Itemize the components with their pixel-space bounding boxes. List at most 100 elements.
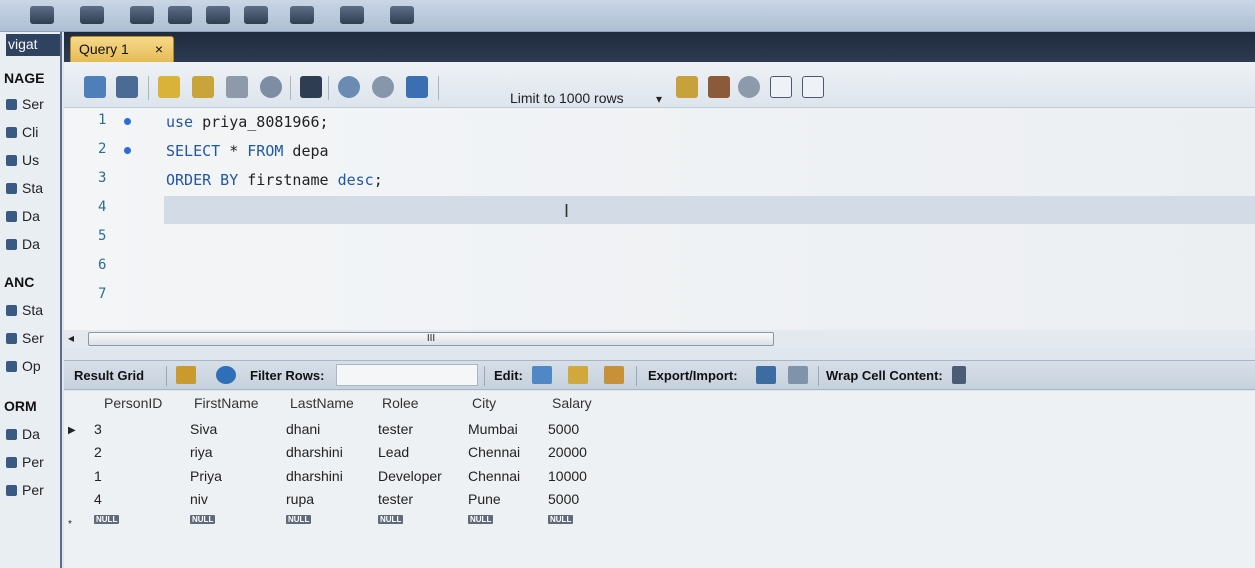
export-import-label: Export/Import:: [648, 368, 738, 383]
table-cell[interactable]: Developer: [378, 468, 442, 484]
beautify-icon[interactable]: [676, 76, 698, 98]
main-toolbar: [0, 0, 1255, 32]
refresh-icon[interactable]: [216, 366, 236, 384]
chevron-down-icon[interactable]: ▾: [656, 92, 662, 106]
invisible-chars-icon[interactable]: [770, 76, 792, 98]
navigator-item[interactable]: Per: [4, 482, 44, 498]
navigator-item[interactable]: Da: [4, 426, 40, 442]
table-cell[interactable]: Priya: [190, 468, 222, 484]
navigator-item[interactable]: Da: [4, 236, 40, 252]
table-row[interactable]: ▶ 3 Siva dhani tester Mumbai 5000: [68, 421, 620, 444]
code-line[interactable]: SELECT * FROM depa: [166, 142, 329, 160]
navigator-item[interactable]: Sta: [4, 302, 43, 318]
navigator-item[interactable]: Sta: [4, 180, 43, 196]
table-cell[interactable]: Lead: [378, 444, 409, 460]
table-cell[interactable]: 5000: [548, 491, 579, 507]
navigator-item[interactable]: Per: [4, 454, 44, 470]
toolbar-icon[interactable]: [390, 6, 414, 24]
navigator-item[interactable]: Ser: [4, 96, 44, 112]
execute-current-icon[interactable]: [192, 76, 214, 98]
execute-icon[interactable]: [158, 76, 180, 98]
navigator-item[interactable]: Us: [4, 152, 39, 168]
navigator-item-icon: [6, 333, 17, 344]
stop-icon[interactable]: [260, 76, 282, 98]
wrap-icon[interactable]: [802, 76, 824, 98]
limit-rows-select[interactable]: Limit to 1000 rows: [510, 90, 624, 106]
line-number: 1: [98, 112, 107, 128]
scrollbar-thumb[interactable]: III: [88, 332, 774, 346]
scroll-left-icon[interactable]: ◂: [68, 331, 74, 345]
search-icon[interactable]: [738, 76, 760, 98]
toggle-icon[interactable]: [300, 76, 322, 98]
table-cell[interactable]: rupa: [286, 491, 314, 507]
delete-row-icon[interactable]: [604, 366, 624, 384]
table-cell[interactable]: dharshini: [286, 468, 343, 484]
sql-keyword: desc: [337, 171, 374, 189]
table-cell[interactable]: 10000: [548, 468, 587, 484]
column-header[interactable]: Salary: [552, 395, 592, 411]
rollback-icon[interactable]: [372, 76, 394, 98]
find-icon[interactable]: [708, 76, 730, 98]
edit-row-icon[interactable]: [532, 366, 552, 384]
close-icon[interactable]: ×: [155, 41, 163, 57]
column-header[interactable]: PersonID: [104, 395, 162, 411]
table-cell[interactable]: tester: [378, 421, 413, 437]
table-cell[interactable]: tester: [378, 491, 413, 507]
toolbar-icon[interactable]: [168, 6, 192, 24]
new-row[interactable]: * NULL NULL NULL NULL NULL NULL: [68, 513, 620, 536]
navigator-item[interactable]: Ser: [4, 330, 44, 346]
column-header[interactable]: City: [472, 395, 496, 411]
table-cell[interactable]: 5000: [548, 421, 579, 437]
table-cell[interactable]: Chennai: [468, 444, 520, 460]
navigator-item[interactable]: Cli: [4, 124, 38, 140]
filter-rows-input[interactable]: [336, 364, 478, 386]
table-cell[interactable]: niv: [190, 491, 208, 507]
navigator-item[interactable]: Op: [4, 358, 41, 374]
table-cell[interactable]: Chennai: [468, 468, 520, 484]
navigator-item[interactable]: Da: [4, 208, 40, 224]
table-cell[interactable]: 1: [94, 468, 102, 484]
toolbar-icon[interactable]: [206, 6, 230, 24]
insert-row-icon[interactable]: [568, 366, 588, 384]
table-cell[interactable]: riya: [190, 444, 213, 460]
horizontal-scrollbar[interactable]: ◂ III: [64, 330, 1255, 348]
toolbar-icon[interactable]: [80, 6, 104, 24]
import-icon[interactable]: [788, 366, 808, 384]
autocommit-icon[interactable]: [406, 76, 428, 98]
toolbar-icon[interactable]: [340, 6, 364, 24]
toolbar-icon[interactable]: [244, 6, 268, 24]
open-folder-icon[interactable]: [84, 76, 106, 98]
sql-keyword: ORDER BY: [166, 171, 239, 189]
table-cell[interactable]: Pune: [468, 491, 501, 507]
table-row[interactable]: 4 niv rupa tester Pune 5000: [90, 491, 620, 514]
tab-query-1[interactable]: Query 1 ×: [70, 36, 174, 62]
explain-icon[interactable]: [226, 76, 248, 98]
table-cell[interactable]: Siva: [190, 421, 217, 437]
toolbar-icon[interactable]: [30, 6, 54, 24]
column-header[interactable]: FirstName: [194, 395, 259, 411]
code-line[interactable]: use priya_8081966;: [166, 113, 329, 131]
grid-view-icon[interactable]: [176, 366, 196, 384]
null-badge: NULL: [190, 515, 216, 524]
toolbar-icon[interactable]: [130, 6, 154, 24]
table-cell[interactable]: 2: [94, 444, 102, 460]
table-cell[interactable]: Mumbai: [468, 421, 518, 437]
table-cell[interactable]: dharshini: [286, 444, 343, 460]
table-row[interactable]: 2 riya dharshini Lead Chennai 20000: [90, 444, 620, 467]
column-header[interactable]: Rolee: [382, 395, 419, 411]
wrap-cell-icon[interactable]: [952, 366, 966, 384]
commit-icon[interactable]: [338, 76, 360, 98]
table-cell[interactable]: dhani: [286, 421, 320, 437]
sql-editor[interactable]: 1 use priya_8081966; 2 SELECT * FROM depa 3 O…: [64, 108, 1255, 330]
export-icon[interactable]: [756, 366, 776, 384]
save-icon[interactable]: [116, 76, 138, 98]
table-cell[interactable]: 4: [94, 491, 102, 507]
table-row[interactable]: 1 Priya dharshini Developer Chennai 10000: [90, 468, 620, 491]
code-line[interactable]: ORDER BY firstname desc;: [166, 171, 383, 189]
column-header[interactable]: LastName: [290, 395, 354, 411]
table-cell[interactable]: 3: [94, 421, 102, 437]
result-grid-tab[interactable]: Result Grid: [74, 368, 144, 383]
toolbar-icon[interactable]: [290, 6, 314, 24]
grid-header-row: PersonID FirstName LastName Rolee City Salary: [90, 395, 620, 418]
table-cell[interactable]: 20000: [548, 444, 587, 460]
